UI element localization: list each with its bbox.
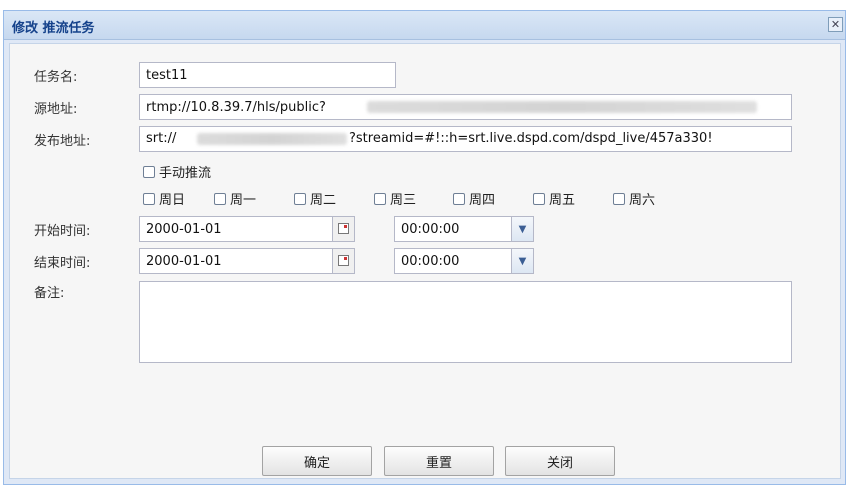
weekday-label: 周一 xyxy=(230,193,257,208)
weekday-wed[interactable]: 周三 xyxy=(374,189,416,208)
source-url-field[interactable] xyxy=(139,94,792,120)
end-time-label: 结束时间: xyxy=(34,256,91,271)
source-url-label: 源地址: xyxy=(34,102,78,117)
notes-textarea[interactable] xyxy=(139,281,792,363)
dialog-body: 任务名: 源地址: 发布地址: srt:// ?streamid=#!::h=s… xyxy=(9,43,841,479)
weekday-sun[interactable]: 周日 xyxy=(143,189,185,208)
checkbox-box[interactable] xyxy=(294,192,306,205)
end-date-input[interactable] xyxy=(139,248,333,274)
weekday-tue[interactable]: 周二 xyxy=(294,189,336,208)
weekday-fri[interactable]: 周五 xyxy=(533,189,575,208)
chevron-down-icon[interactable]: ▼ xyxy=(512,248,534,274)
weekday-label: 周五 xyxy=(549,193,576,208)
manual-push-label: 手动推流 xyxy=(159,166,212,181)
redacted-text xyxy=(197,133,347,145)
dialog-titlebar[interactable]: 修改 推流任务 ✕ xyxy=(4,11,845,40)
manual-push-checkbox[interactable]: 手动推流 xyxy=(143,162,211,181)
checkbox-box[interactable] xyxy=(533,192,545,205)
checkbox-box[interactable] xyxy=(143,192,155,205)
weekday-thu[interactable]: 周四 xyxy=(453,189,495,208)
edit-push-task-dialog: 修改 推流任务 ✕ 任务名: 源地址: 发布地址: srt:// ?stream… xyxy=(3,10,846,485)
weekday-label: 周二 xyxy=(310,193,337,208)
publish-url-label: 发布地址: xyxy=(34,134,91,149)
weekday-label: 周六 xyxy=(629,193,656,208)
publish-url-prefix: srt:// xyxy=(146,131,177,146)
publish-url-input[interactable]: srt:// ?streamid=#!::h=srt.live.dspd.com… xyxy=(139,126,792,152)
weekday-label: 周四 xyxy=(469,193,496,208)
checkbox-box[interactable] xyxy=(453,192,465,205)
checkbox-box[interactable] xyxy=(613,192,625,205)
start-time-input[interactable] xyxy=(394,216,512,242)
task-name-label: 任务名: xyxy=(34,70,78,85)
dialog-title: 修改 推流任务 xyxy=(12,21,95,36)
close-button[interactable]: 关闭 xyxy=(505,446,615,476)
weekday-label: 周日 xyxy=(159,193,186,208)
checkbox-box[interactable] xyxy=(143,165,155,178)
start-time-label: 开始时间: xyxy=(34,224,91,239)
weekday-sat[interactable]: 周六 xyxy=(613,189,655,208)
notes-label: 备注: xyxy=(34,286,65,301)
confirm-button[interactable]: 确定 xyxy=(262,446,372,476)
weekday-label: 周三 xyxy=(390,193,417,208)
close-icon[interactable]: ✕ xyxy=(828,17,843,32)
task-name-input[interactable] xyxy=(139,62,396,88)
publish-url-suffix: ?streamid=#!::h=srt.live.dspd.com/dspd_l… xyxy=(349,131,713,146)
redacted-text xyxy=(367,101,757,113)
chevron-down-icon[interactable]: ▼ xyxy=(512,216,534,242)
calendar-icon[interactable] xyxy=(333,216,355,242)
checkbox-box[interactable] xyxy=(214,192,226,205)
weekday-mon[interactable]: 周一 xyxy=(214,189,256,208)
calendar-icon[interactable] xyxy=(333,248,355,274)
reset-button[interactable]: 重置 xyxy=(384,446,494,476)
checkbox-box[interactable] xyxy=(374,192,386,205)
end-time-input[interactable] xyxy=(394,248,512,274)
start-date-input[interactable] xyxy=(139,216,333,242)
